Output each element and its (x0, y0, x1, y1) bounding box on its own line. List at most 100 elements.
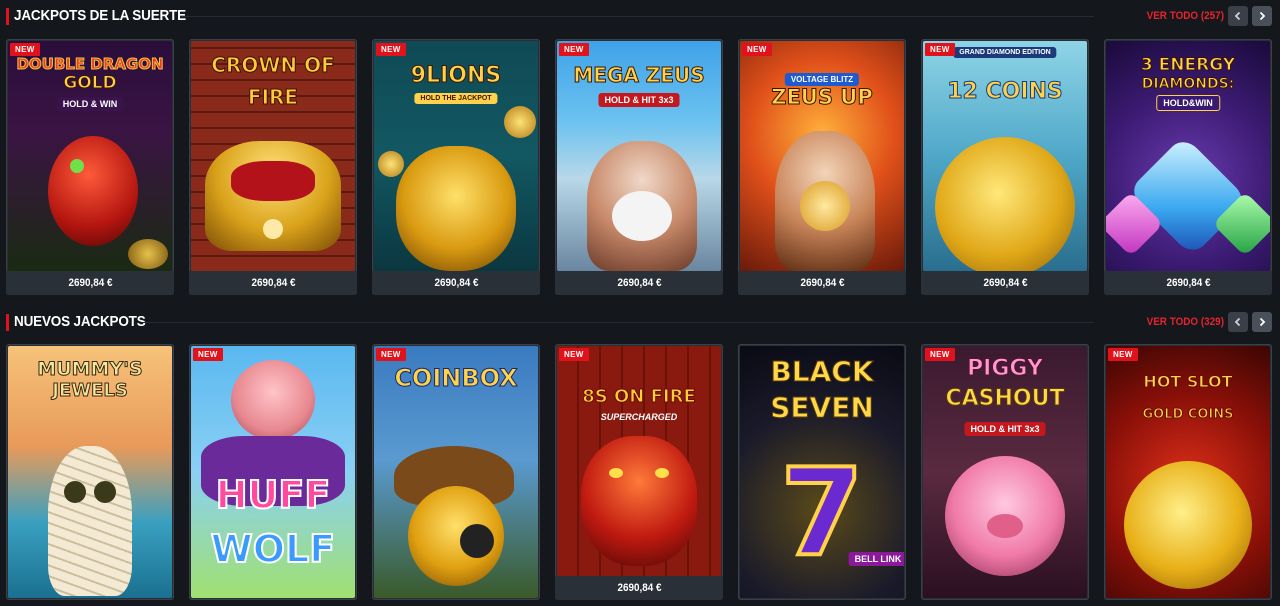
game-thumbnail: CROWN OF FIRE (191, 41, 355, 271)
jackpot-amount: 2690,84 € (799, 277, 845, 289)
new-badge: NEW (925, 348, 955, 361)
game-thumbnail: MEGA ZEUS HOLD & HIT 3x3 (557, 41, 721, 271)
game-card-hot-slot-gold-coins[interactable]: HOT SLOT GOLD COINS NEW (1104, 344, 1272, 600)
section-nuevos-jackpots: NUEVOS JACKPOTS VER TODO (329) MUMMY'S J… (0, 306, 1280, 600)
game-title-line1: MUMMY'S (37, 358, 143, 380)
game-thumbnail: BLACK SEVEN 7 BELL LINK (740, 346, 904, 598)
chevron-right-icon (1259, 317, 1266, 327)
game-title-line2: GOLD COINS (1142, 407, 1234, 422)
dragon-eye (609, 468, 623, 478)
mummy-eye (64, 481, 86, 503)
zeus-beard (612, 191, 672, 241)
jackpot-amount: 2690,84 € (67, 277, 113, 289)
section-accent-bar (6, 314, 9, 331)
dragon-illustration (48, 136, 138, 246)
carousel-prev-button[interactable] (1228, 312, 1248, 332)
golden-orb (800, 181, 850, 231)
gold-coin (378, 151, 404, 177)
game-title-line2: CASHOUT (945, 386, 1065, 411)
game-card-huff-and-wolf[interactable]: HUFF WOLF NEW (189, 344, 357, 600)
game-thumbnail: VOLTAGE BLITZ ZEUS UP (740, 41, 904, 271)
game-card-12-coins[interactable]: GRAND DIAMOND EDITION 12 COINS NEW 2690,… (921, 39, 1089, 295)
gold-coin-illustration (1124, 461, 1252, 589)
game-title-line2: DIAMONDS: (1141, 76, 1235, 92)
jackpot-amount: 2690,84 € (982, 277, 1028, 289)
jackpot-amount-bar: 2690,84 € (1104, 271, 1272, 295)
game-title-line1: 9LIONS (410, 63, 502, 88)
game-thumbnail: GRAND DIAMOND EDITION 12 COINS (923, 41, 1087, 271)
new-badge: NEW (559, 43, 589, 56)
game-card-zeus-up[interactable]: VOLTAGE BLITZ ZEUS UP NEW 2690,84 € (738, 39, 906, 295)
chevron-left-icon (1234, 11, 1241, 21)
jackpot-amount: 2690,84 € (616, 582, 662, 594)
game-subtitle: SUPERCHARGED (600, 412, 678, 422)
carousel-prev-button[interactable] (1228, 6, 1248, 26)
jackpot-amount-bar: 2690,84 € (738, 271, 906, 295)
game-title-line1: CROWN OF (211, 53, 336, 77)
carousel-next-button[interactable] (1252, 312, 1272, 332)
jackpot-hunt-logo (128, 239, 168, 269)
bomb-icon (460, 524, 494, 558)
game-card-9-lions[interactable]: 9LIONS HOLD THE JACKPOT NEW 2690,84 € (372, 39, 540, 295)
jackpot-amount: 2690,84 € (250, 277, 296, 289)
game-title-line2: JEWELS (52, 380, 129, 401)
section-accent-bar (6, 8, 9, 25)
game-card-8s-on-fire[interactable]: 8S ON FIRE SUPERCHARGED NEW 2690,84 € (555, 344, 723, 600)
game-title-line1: HOT SLOT (1143, 372, 1233, 391)
game-card-mega-zeus[interactable]: MEGA ZEUS HOLD & HIT 3x3 NEW 2690,84 € (555, 39, 723, 295)
dragon-illustration (581, 436, 697, 566)
new-badge: NEW (376, 43, 406, 56)
game-title-line1: ZEUS UP (771, 85, 874, 109)
game-title-line2: SEVEN (770, 391, 875, 424)
gold-coin-illustration (935, 137, 1075, 271)
new-badge: NEW (193, 348, 223, 361)
section-title: NUEVOS JACKPOTS (14, 313, 146, 330)
dragon-eye (70, 159, 84, 173)
new-badge: NEW (925, 43, 955, 56)
game-title-line1: HUFF (215, 473, 332, 517)
pig-snout (987, 514, 1023, 538)
section-title: JACKPOTS DE LA SUERTE (14, 7, 186, 24)
game-title-line1: 8S ON FIRE (582, 386, 697, 407)
new-badge: NEW (376, 348, 406, 361)
pig-illustration (231, 360, 315, 440)
game-thumbnail: 9LIONS HOLD THE JACKPOT (374, 41, 538, 271)
jackpot-amount: 2690,84 € (433, 277, 479, 289)
new-badge: NEW (10, 43, 40, 56)
game-card-black-seven[interactable]: BLACK SEVEN 7 BELL LINK (738, 344, 906, 600)
view-all-link[interactable]: VER TODO (329) (1147, 316, 1224, 328)
jackpot-amount: 2690,84 € (1165, 277, 1211, 289)
game-thumbnail: 8S ON FIRE SUPERCHARGED (557, 346, 721, 576)
chevron-right-icon (1259, 11, 1266, 21)
game-title-line1: DOUBLE DRAGON (16, 55, 164, 73)
game-title-line1: BLACK (770, 355, 874, 388)
game-card-double-dragon-gold[interactable]: DOUBLE DRAGON GOLD HOLD & WIN NEW 2690,8… (6, 39, 174, 295)
chevron-left-icon (1234, 317, 1241, 327)
game-card-mummys-jewels[interactable]: MUMMY'S JEWELS (6, 344, 174, 600)
dragon-eye (655, 468, 669, 478)
lion-statue-illustration (396, 146, 516, 271)
crown-gem (263, 219, 283, 239)
game-title-line1: COINBOX (394, 364, 518, 392)
crown-velvet (231, 161, 315, 201)
jackpot-amount-bar: 2690,84 € (921, 271, 1089, 295)
game-card-piggy-cashout[interactable]: PIGGY CASHOUT HOLD & HIT 3x3 NEW (921, 344, 1089, 600)
game-thumbnail: COINBOX (374, 346, 538, 598)
game-thumbnail: HUFF WOLF (191, 346, 355, 598)
game-subtitle: HOLD THE JACKPOT (414, 93, 498, 104)
game-subtitle: HOLD & WIN (56, 97, 124, 111)
header-divider (180, 16, 1094, 17)
carousel-next-button[interactable] (1252, 6, 1272, 26)
game-card-coin-box[interactable]: COINBOX NEW (372, 344, 540, 600)
game-thumbnail: MUMMY'S JEWELS (8, 346, 172, 598)
gold-coin (504, 106, 536, 138)
game-thumbnail: HOT SLOT GOLD COINS (1106, 346, 1270, 598)
game-thumbnail: PIGGY CASHOUT HOLD & HIT 3x3 (923, 346, 1087, 598)
view-all-link[interactable]: VER TODO (257) (1147, 10, 1224, 22)
game-card-3-energy-diamonds[interactable]: 3 ENERGY DIAMONDS: HOLD&WIN 2690,84 € (1104, 39, 1272, 295)
game-card-crown-of-fire[interactable]: CROWN OF FIRE 2690,84 € (189, 39, 357, 295)
game-subtitle: HOLD&WIN (1156, 95, 1220, 111)
jackpot-amount: 2690,84 € (616, 277, 662, 289)
game-subtitle: HOLD & HIT 3x3 (598, 93, 680, 107)
game-title-line2: FIRE (247, 85, 299, 109)
